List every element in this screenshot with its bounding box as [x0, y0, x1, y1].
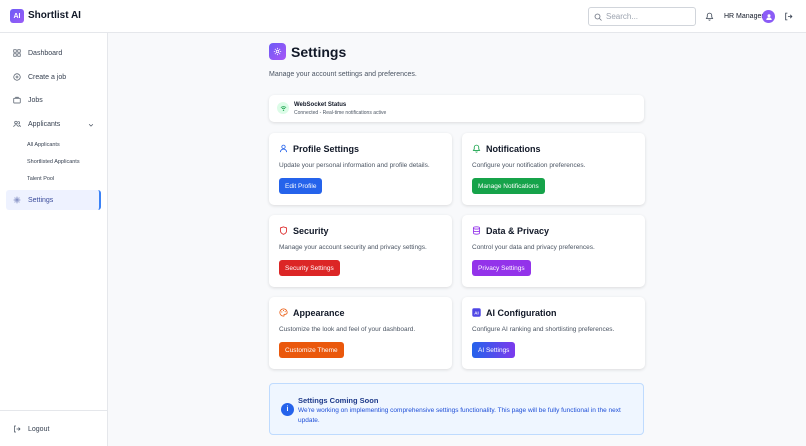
- security-card: Security Manage your account security an…: [269, 215, 452, 287]
- palette-icon: [279, 308, 288, 317]
- websocket-status-text: Connected - Real-time notifications acti…: [294, 110, 387, 116]
- card-description: Customize the look and feel of your dash…: [279, 326, 416, 333]
- sidebar-divider: [0, 410, 108, 411]
- sidebar-item-label: Dashboard: [28, 49, 63, 57]
- sidebar-subitem-all-applicants[interactable]: All Applicants: [27, 142, 60, 148]
- customize-theme-button[interactable]: Customize Theme: [279, 342, 344, 358]
- search-input[interactable]: [606, 12, 686, 21]
- card-title: Profile Settings: [293, 144, 360, 154]
- privacy-settings-button[interactable]: Privacy Settings: [472, 260, 531, 276]
- card-description: Manage your account security and privacy…: [279, 244, 427, 251]
- sidebar-item-jobs[interactable]: Jobs: [6, 90, 101, 110]
- logout-icon[interactable]: [784, 12, 793, 21]
- sidebar-item-label: Jobs: [28, 96, 43, 104]
- chevron-down-icon[interactable]: [88, 122, 94, 128]
- sidebar-item-label: Applicants: [28, 120, 61, 128]
- page-subtitle: Manage your account settings and prefere…: [269, 71, 417, 78]
- sidebar-item-dashboard[interactable]: Dashboard: [6, 43, 101, 63]
- wifi-icon: [277, 102, 289, 114]
- bell-icon: [472, 144, 481, 153]
- users-icon: [13, 120, 21, 128]
- edit-profile-button[interactable]: Edit Profile: [279, 178, 323, 194]
- card-title: Notifications: [486, 144, 541, 154]
- card-description: Control your data and privacy preference…: [472, 244, 595, 251]
- websocket-title: WebSocket Status: [294, 102, 347, 108]
- logout-icon: [14, 425, 21, 433]
- search-box[interactable]: [588, 7, 696, 26]
- sidebar-logout[interactable]: Logout: [6, 419, 101, 439]
- brand-name[interactable]: Shortlist AI: [28, 10, 81, 21]
- info-icon: i: [281, 403, 294, 416]
- websocket-status-card: WebSocket Status Connected - Real-time n…: [269, 95, 644, 122]
- manage-notifications-button[interactable]: Manage Notifications: [472, 178, 545, 194]
- sidebar-item-settings[interactable]: Settings: [6, 190, 101, 210]
- page-title: Settings: [291, 44, 347, 60]
- plus-circle-icon: [13, 73, 21, 81]
- briefcase-icon: [13, 96, 21, 104]
- gear-icon: [273, 47, 282, 56]
- sidebar: Dashboard Create a job Jobs Applicants A…: [0, 33, 108, 446]
- sidebar-item-label: Create a job: [28, 73, 67, 81]
- security-settings-button[interactable]: Security Settings: [279, 260, 340, 276]
- card-description: Update your personal information and pro…: [279, 162, 430, 169]
- bell-icon[interactable]: [705, 12, 714, 21]
- card-title: Security: [293, 226, 329, 236]
- sidebar-subitem-talent-pool[interactable]: Talent Pool: [27, 176, 54, 182]
- ai-settings-button[interactable]: AI Settings: [472, 342, 516, 358]
- settings-coming-soon-banner: i Settings Coming Soon We're working on …: [269, 383, 644, 435]
- top-header: AI Shortlist AI HR Manager: [0, 0, 806, 33]
- shield-icon: [279, 226, 288, 235]
- banner-text: We're working on implementing comprehens…: [298, 407, 621, 424]
- user-icon: [765, 13, 772, 20]
- card-description: Configure AI ranking and shortlisting pr…: [472, 326, 615, 333]
- appearance-card: Appearance Customize the look and feel o…: [269, 297, 452, 369]
- ai-icon: AI: [472, 308, 481, 317]
- card-title: AI Configuration: [486, 308, 557, 318]
- data-privacy-card: Data & Privacy Control your data and pri…: [462, 215, 645, 287]
- banner-title: Settings Coming Soon: [298, 396, 379, 405]
- settings-title-icon: [269, 43, 286, 60]
- user-name[interactable]: HR Manager: [724, 13, 764, 20]
- grid-icon: [13, 49, 21, 57]
- app-logo[interactable]: AI: [10, 9, 24, 23]
- profile-settings-card: Profile Settings Update your personal in…: [269, 133, 452, 205]
- ai-configuration-card: AI AI Configuration Configure AI ranking…: [462, 297, 645, 369]
- sidebar-item-applicants[interactable]: Applicants: [6, 114, 101, 134]
- card-title: Appearance: [293, 308, 345, 318]
- user-icon: [279, 144, 288, 153]
- sidebar-item-label: Settings: [28, 196, 54, 204]
- avatar[interactable]: [762, 10, 775, 23]
- sidebar-item-create-job[interactable]: Create a job: [6, 67, 101, 87]
- sidebar-item-label: Logout: [28, 425, 50, 433]
- card-title: Data & Privacy: [486, 226, 550, 236]
- svg-text:AI: AI: [474, 310, 479, 315]
- notifications-card: Notifications Configure your notificatio…: [462, 133, 645, 205]
- search-icon: [594, 13, 602, 21]
- gear-icon: [13, 196, 21, 204]
- database-icon: [472, 226, 481, 235]
- card-description: Configure your notification preferences.: [472, 162, 586, 169]
- sidebar-subitem-shortlisted[interactable]: Shortlisted Applicants: [27, 159, 80, 165]
